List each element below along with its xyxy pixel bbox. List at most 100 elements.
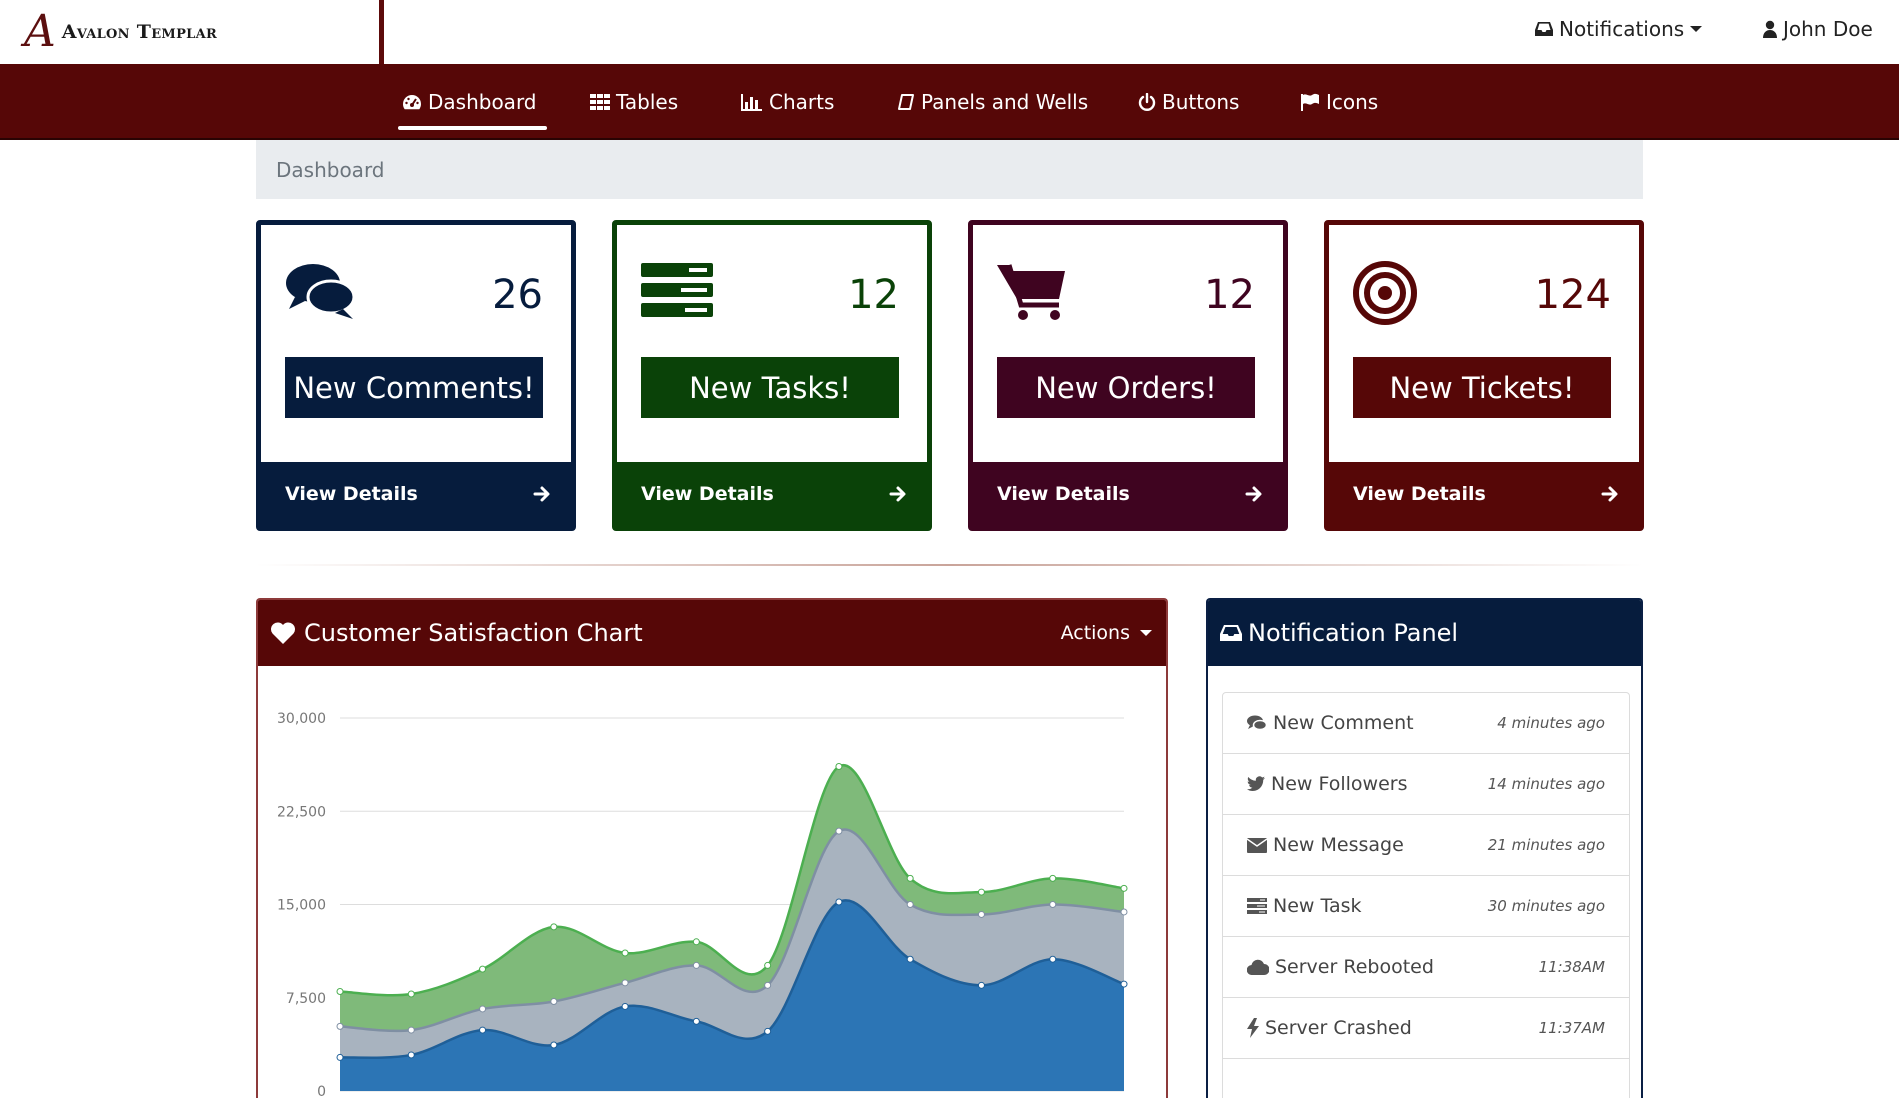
arrow-right-icon [533, 486, 550, 502]
data-point [977, 910, 985, 918]
notification-time: 21 minutes ago [1487, 836, 1605, 854]
list-item[interactable]: Server Crashed 11:37AM [1223, 998, 1629, 1059]
heart-icon [270, 622, 296, 644]
notification-panel-title: Notification Panel [1248, 619, 1459, 647]
section-divider [256, 564, 1643, 566]
nav-label: Buttons [1162, 90, 1240, 114]
data-point [692, 961, 700, 969]
caret-down-icon [1690, 26, 1703, 32]
main-nav: Dashboard Tables Charts Panels and Wells… [0, 64, 1899, 140]
card-label: New Tickets! [1353, 357, 1611, 418]
data-point [764, 981, 772, 989]
data-point [550, 997, 558, 1005]
data-point [407, 990, 415, 998]
bar-chart-icon [741, 94, 762, 111]
notification-text: New Followers [1271, 773, 1408, 795]
area-chart: 30,000 22,500 15,000 7,500 0 [277, 711, 1128, 1098]
data-point [336, 1022, 344, 1030]
notification-time: 4 minutes ago [1497, 714, 1605, 732]
data-point [336, 1053, 344, 1061]
view-details-label: View Details [997, 483, 1130, 505]
view-details-label: View Details [1353, 483, 1486, 505]
list-item[interactable]: New Comment 4 minutes ago [1223, 693, 1629, 754]
breadcrumb: Dashboard [256, 140, 1643, 199]
notifications-dropdown[interactable]: Notifications [1535, 14, 1703, 44]
notification-time: 30 minutes ago [1487, 897, 1605, 915]
list-item[interactable] [1223, 1059, 1629, 1098]
view-details-label: View Details [285, 483, 418, 505]
data-point [906, 901, 914, 908]
target-icon [1353, 261, 1417, 325]
arrow-right-icon [1601, 486, 1618, 502]
list-item[interactable]: New Followers 14 minutes ago [1223, 754, 1629, 815]
card-tickets: 124 New Tickets! View Details [1324, 220, 1644, 531]
user-menu[interactable]: John Doe [1763, 14, 1873, 44]
notification-text: Server Crashed [1265, 1017, 1412, 1039]
data-point [906, 955, 914, 963]
user-name: John Doe [1783, 17, 1873, 41]
card-count: 12 [848, 272, 899, 318]
nav-charts[interactable]: Charts [741, 64, 834, 140]
arrow-right-icon [1245, 486, 1262, 502]
data-point [621, 949, 629, 957]
arrow-right-icon [889, 486, 906, 502]
brand-logo[interactable]: A Avalon Templar [24, 10, 217, 54]
notification-text: New Comment [1273, 712, 1414, 734]
data-point [692, 938, 700, 946]
notification-text: New Task [1273, 895, 1362, 917]
data-point [692, 1017, 700, 1025]
nav-icons[interactable]: Icons [1300, 64, 1378, 140]
power-icon [1138, 93, 1156, 111]
notification-time: 14 minutes ago [1487, 775, 1605, 793]
nav-label: Panels and Wells [921, 90, 1089, 114]
view-details-link[interactable]: View Details [1329, 462, 1639, 526]
data-point [621, 979, 629, 987]
list-item[interactable]: New Task 30 minutes ago [1223, 876, 1629, 937]
nav-label: Dashboard [428, 90, 537, 114]
y-tick-label: 22,500 [277, 804, 326, 820]
data-point [1049, 901, 1057, 908]
nav-tables[interactable]: Tables [590, 64, 678, 140]
card-label: New Orders! [997, 357, 1255, 418]
y-tick-label: 7,500 [286, 991, 326, 1007]
view-details-link[interactable]: View Details [617, 462, 927, 526]
view-details-link[interactable]: View Details [973, 462, 1283, 526]
flag-icon [1301, 93, 1319, 111]
brand-divider [379, 0, 384, 64]
data-point [906, 874, 914, 882]
data-point [479, 1005, 487, 1013]
notification-panel: Notification Panel New Comment 4 minutes… [1206, 598, 1643, 1098]
data-point [1049, 955, 1057, 963]
list-item[interactable]: New Message 21 minutes ago [1223, 815, 1629, 876]
chart-title: Customer Satisfaction Chart [304, 619, 643, 647]
brand-mark: A [24, 6, 56, 57]
data-point [407, 1051, 415, 1059]
card-count: 12 [1204, 272, 1255, 318]
inbox-icon [1535, 22, 1553, 36]
table-icon [590, 94, 610, 110]
card-label: New Comments! [285, 357, 543, 418]
data-point [764, 961, 772, 969]
notification-time: 11:37AM [1538, 1019, 1605, 1037]
data-point [977, 888, 985, 896]
tasks-icon [641, 263, 713, 317]
envelope-icon [1247, 837, 1267, 853]
actions-dropdown[interactable]: Actions [1061, 600, 1152, 666]
panel-icon [898, 94, 914, 110]
card-count: 26 [492, 272, 543, 318]
twitter-icon [1247, 776, 1265, 791]
nav-buttons[interactable]: Buttons [1138, 64, 1239, 140]
comments-icon [286, 264, 356, 319]
data-point [407, 1026, 415, 1034]
nav-dashboard[interactable]: Dashboard [398, 64, 546, 140]
view-details-label: View Details [641, 483, 774, 505]
data-point [1049, 874, 1057, 882]
data-point [550, 1041, 558, 1049]
data-point [550, 923, 558, 931]
bolt-icon [1247, 1018, 1259, 1038]
caret-down-icon [1140, 630, 1152, 636]
top-bar: A Avalon Templar Notifications John Doe [0, 0, 1899, 64]
nav-panels-and-wells[interactable]: Panels and Wells [897, 64, 1088, 140]
view-details-link[interactable]: View Details [261, 462, 571, 526]
list-item[interactable]: Server Rebooted 11:38AM [1223, 937, 1629, 998]
